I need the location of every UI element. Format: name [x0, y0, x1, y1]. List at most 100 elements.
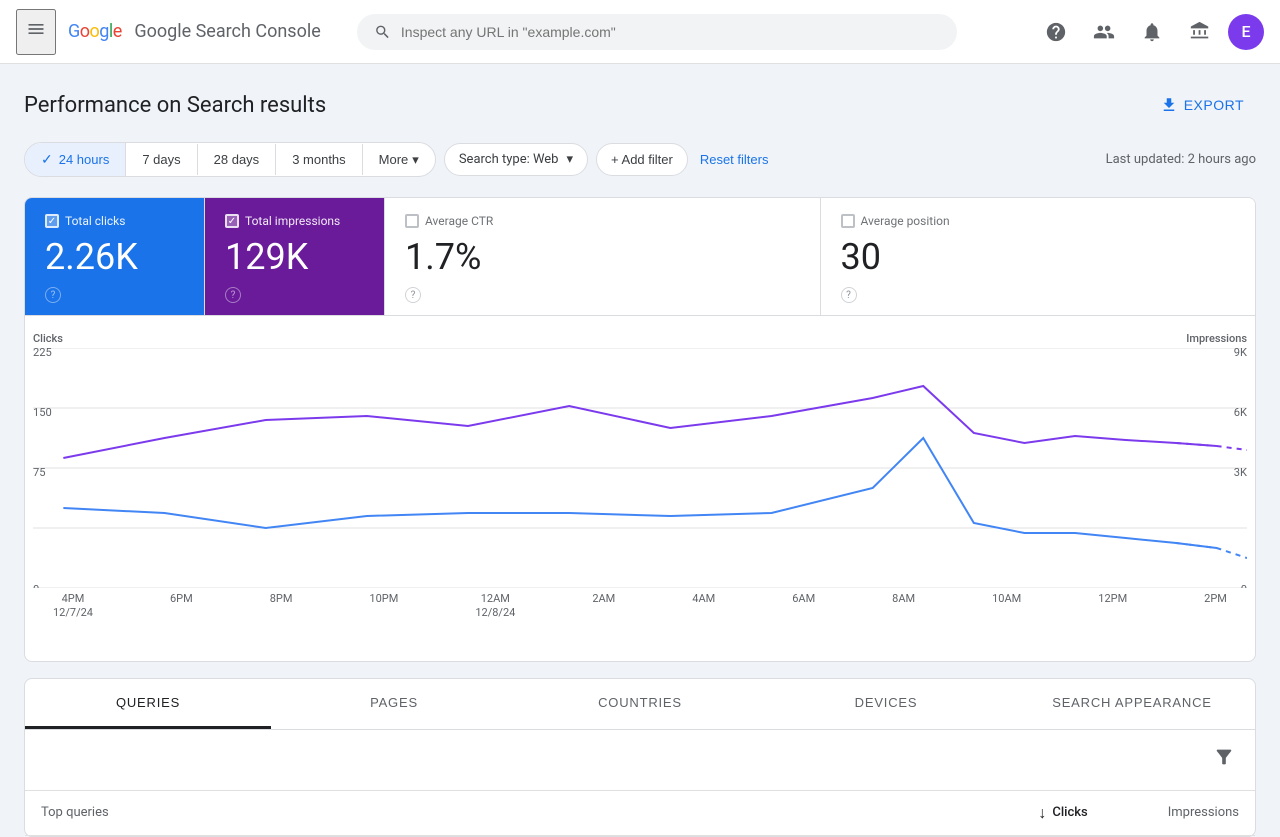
filter-tab-more-label: More — [379, 152, 409, 167]
position-label: Average position — [861, 214, 950, 228]
impressions-value: 129K — [225, 236, 364, 279]
filter-tab-24h-label: 24 hours — [59, 152, 110, 167]
date-filter-tabs: ✓ 24 hours 7 days 28 days 3 months More … — [24, 142, 436, 177]
clicks-help-icon[interactable]: ? — [45, 287, 61, 303]
app-name: Google Search Console — [134, 21, 320, 42]
svg-text:225: 225 — [33, 348, 52, 359]
search-type-chevron: ▾ — [567, 152, 574, 167]
x-label-8am: 8AM — [892, 592, 915, 621]
x-label-2pm: 2PM — [1204, 592, 1227, 621]
stat-card-clicks[interactable]: Total clicks 2.26K ? — [25, 198, 205, 315]
x-label-2am: 2AM — [592, 592, 615, 621]
ctr-label: Average CTR — [425, 214, 493, 228]
stat-card-position[interactable]: Average position 30 ? — [821, 198, 1256, 315]
svg-text:6K: 6K — [1234, 406, 1247, 419]
x-label-4am: 4AM — [692, 592, 715, 621]
reset-filters-button[interactable]: Reset filters — [696, 144, 773, 175]
url-search-input[interactable] — [401, 24, 940, 40]
stat-header-position: Average position — [841, 214, 1236, 228]
menu-icon[interactable] — [16, 9, 56, 55]
ctr-checkbox[interactable] — [405, 214, 419, 228]
x-label-6pm: 6PM — [170, 592, 193, 621]
x-axis-labels: 4PM12/7/24 6PM 8PM 10PM 12AM12/8/24 2AM … — [33, 588, 1247, 621]
bottom-tabs: QUERIES PAGES COUNTRIES DEVICES SEARCH A… — [25, 679, 1255, 730]
table-filter-button[interactable] — [1209, 742, 1239, 778]
tab-search-appearance[interactable]: SEARCH APPEARANCE — [1009, 679, 1255, 729]
svg-text:0: 0 — [1241, 583, 1247, 588]
clicks-label: Total clicks — [65, 214, 125, 228]
svg-text:75: 75 — [33, 466, 45, 479]
y-axis-right-title: Impressions — [1186, 332, 1247, 345]
tab-pages[interactable]: PAGES — [271, 679, 517, 729]
table-header-label: Top queries — [41, 805, 109, 820]
filter-tab-24h[interactable]: ✓ 24 hours — [25, 143, 126, 176]
position-value: 30 — [841, 236, 1236, 279]
filters-row: ✓ 24 hours 7 days 28 days 3 months More … — [24, 142, 1256, 177]
search-icon — [374, 23, 391, 41]
avatar[interactable]: E — [1228, 14, 1264, 50]
bottom-toolbar — [25, 730, 1255, 791]
position-help-icon[interactable]: ? — [841, 287, 857, 303]
main-content: Performance on Search results EXPORT ✓ 2… — [0, 64, 1280, 837]
filter-tab-3m-label: 3 months — [292, 152, 345, 167]
position-checkbox[interactable] — [841, 214, 855, 228]
app-header: Google Google Search Console — [0, 0, 1280, 64]
ctr-value: 1.7% — [405, 236, 800, 279]
chart-container: Clicks Impressions 225 150 75 0 9K 6K 3K… — [25, 316, 1255, 661]
x-label-12pm: 12PM — [1098, 592, 1127, 621]
impressions-checkbox[interactable] — [225, 214, 239, 228]
ctr-help-icon[interactable]: ? — [405, 287, 421, 303]
svg-text:3K: 3K — [1234, 466, 1247, 479]
search-type-filter[interactable]: Search type: Web ▾ — [444, 143, 588, 176]
stats-cards: Total clicks 2.26K ? Total impressions 1… — [25, 198, 1255, 316]
filter-tab-7d[interactable]: 7 days — [126, 144, 197, 175]
x-label-8pm: 8PM — [270, 592, 293, 621]
search-type-label: Search type: Web — [459, 152, 559, 167]
clicks-checkbox[interactable] — [45, 214, 59, 228]
user-circle-icon[interactable] — [1084, 12, 1124, 52]
stat-header-impressions: Total impressions — [225, 214, 364, 228]
x-label-10pm: 10PM — [369, 592, 398, 621]
apps-icon[interactable] — [1180, 12, 1220, 52]
stats-chart-section: Total clicks 2.26K ? Total impressions 1… — [24, 197, 1256, 662]
impressions-help-icon[interactable]: ? — [225, 287, 241, 303]
check-icon: ✓ — [41, 151, 53, 168]
impressions-footer: ? — [225, 287, 364, 303]
ctr-footer: ? — [405, 287, 800, 303]
table-header-impressions: Impressions — [1168, 805, 1239, 820]
tab-queries[interactable]: QUERIES — [25, 679, 271, 729]
filter-tab-28d-label: 28 days — [214, 152, 260, 167]
tab-countries[interactable]: COUNTRIES — [517, 679, 763, 729]
last-updated: Last updated: 2 hours ago — [1106, 152, 1256, 167]
x-label-6am: 6AM — [792, 592, 815, 621]
stat-header-clicks: Total clicks — [45, 214, 184, 228]
y-axis-left-title: Clicks — [33, 332, 63, 345]
position-footer: ? — [841, 287, 1236, 303]
stat-card-impressions[interactable]: Total impressions 129K ? — [205, 198, 385, 315]
table-header-clicks[interactable]: ↓ Clicks — [1038, 803, 1087, 823]
svg-text:9K: 9K — [1234, 348, 1247, 359]
x-label-10am: 10AM — [992, 592, 1021, 621]
help-button[interactable] — [1036, 12, 1076, 52]
tab-devices[interactable]: DEVICES — [763, 679, 1009, 729]
performance-chart: 225 150 75 0 9K 6K 3K 0 — [33, 348, 1247, 588]
stat-card-ctr[interactable]: Average CTR 1.7% ? — [385, 198, 821, 315]
filter-tab-more[interactable]: More ▾ — [363, 144, 435, 176]
impressions-line — [63, 386, 1216, 458]
bottom-section: QUERIES PAGES COUNTRIES DEVICES SEARCH A… — [24, 678, 1256, 837]
page-title-bar: Performance on Search results EXPORT — [24, 88, 1256, 122]
clicks-line-projected — [1176, 543, 1247, 558]
svg-text:0: 0 — [33, 583, 39, 588]
export-button[interactable]: EXPORT — [1148, 88, 1256, 122]
add-filter-button[interactable]: + Add filter — [596, 143, 688, 176]
impressions-label: Total impressions — [245, 214, 340, 228]
clicks-line — [63, 438, 1216, 548]
svg-text:150: 150 — [33, 406, 52, 419]
filter-tab-28d[interactable]: 28 days — [198, 144, 277, 175]
clicks-footer: ? — [45, 287, 184, 303]
notifications-icon[interactable] — [1132, 12, 1172, 52]
table-header: Top queries ↓ Clicks Impressions — [25, 791, 1255, 836]
url-search[interactable] — [357, 14, 957, 50]
app-logo: Google Google Search Console — [68, 21, 321, 42]
filter-tab-3m[interactable]: 3 months — [276, 144, 362, 175]
